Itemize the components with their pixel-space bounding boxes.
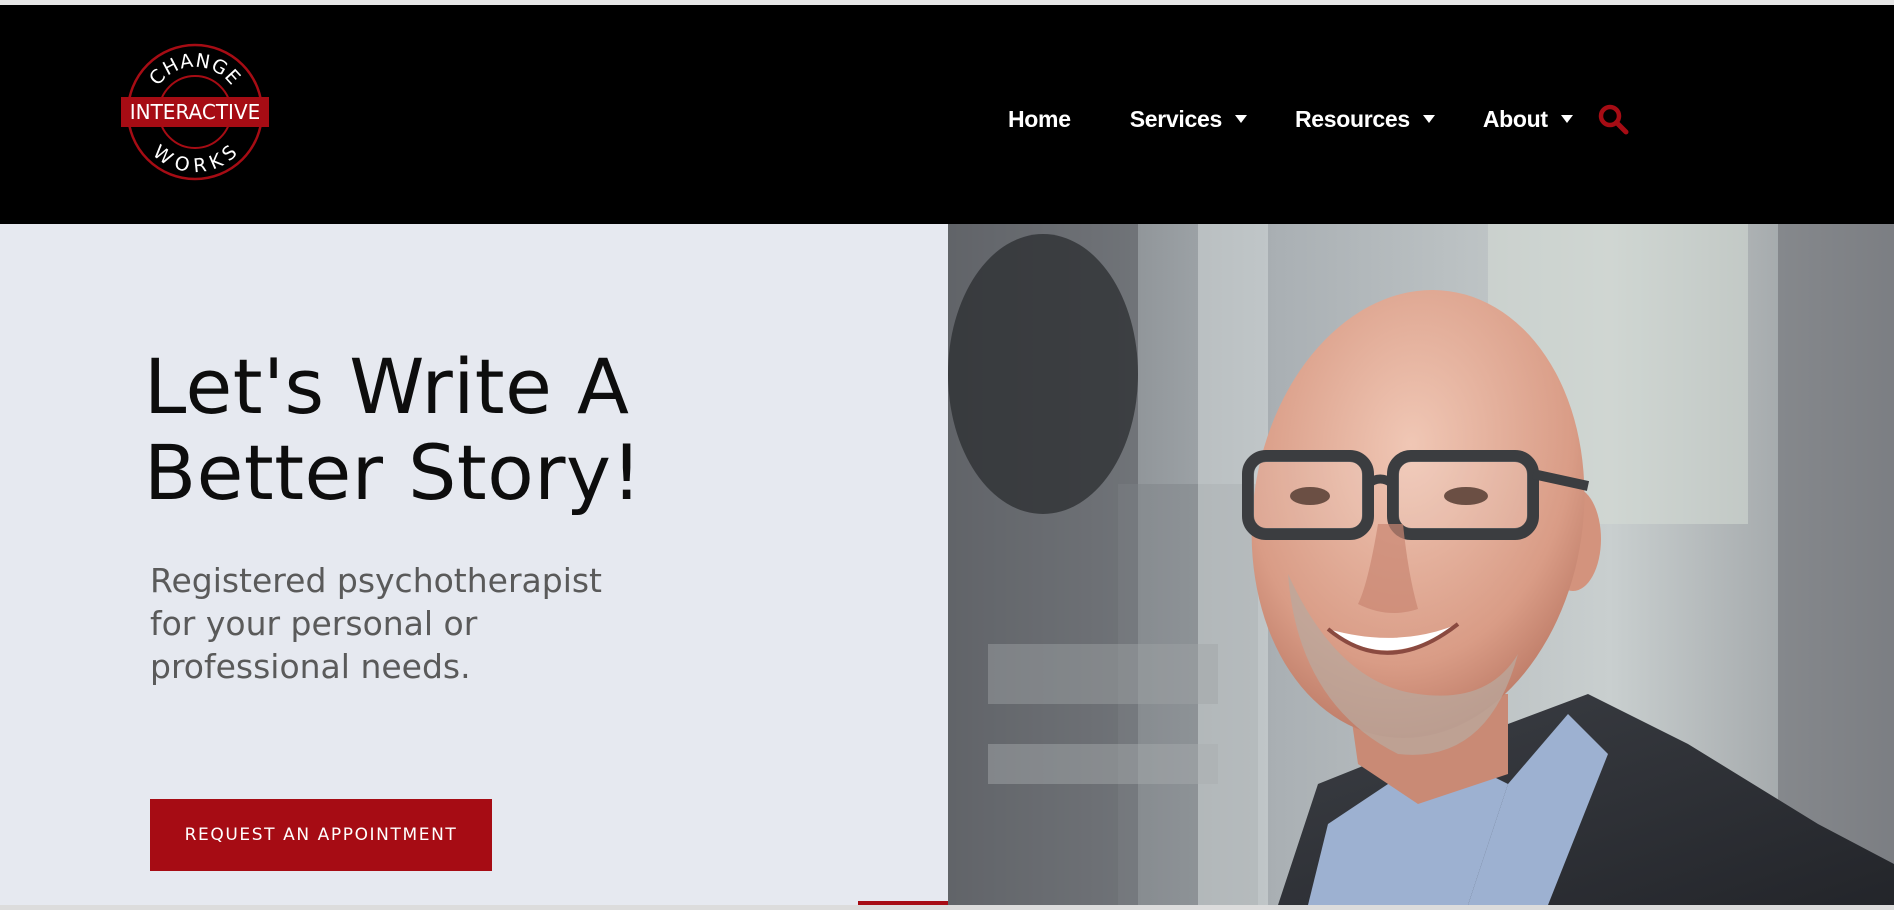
site-logo[interactable]: CHANGE WORKS INTERACTIVE <box>120 42 270 182</box>
nav-item-label: Home <box>1008 105 1071 132</box>
request-appointment-button[interactable]: REQUEST AN APPOINTMENT <box>150 799 492 871</box>
caret-down-icon <box>1560 115 1573 123</box>
search-icon <box>1598 104 1629 135</box>
nav-item-label: Services <box>1129 105 1223 132</box>
nav-item-label: Resources <box>1294 105 1410 132</box>
portrait-photo-image <box>948 224 1894 905</box>
nav-item-about[interactable]: About <box>1483 106 1574 133</box>
caret-down-icon <box>1234 115 1247 123</box>
hero-title: Let's Write A Better Story! <box>144 344 704 516</box>
hero-title-line1: Let's Write A <box>144 342 630 431</box>
main-nav: Home Services Resources About <box>1008 101 1630 137</box>
nav-item-services[interactable]: Services <box>1130 106 1248 133</box>
hero-photo <box>948 224 1894 905</box>
logo-emblem-icon: CHANGE WORKS INTERACTIVE <box>121 43 269 181</box>
logo-middle-text: INTERACTIVE <box>130 100 261 124</box>
hero-title-line2: Better Story! <box>144 428 643 517</box>
nav-item-home[interactable]: Home <box>1008 106 1071 133</box>
caret-down-icon <box>1422 115 1435 123</box>
bottom-border <box>0 905 1894 910</box>
nav-item-resources[interactable]: Resources <box>1295 106 1436 133</box>
search-button[interactable] <box>1596 102 1630 136</box>
nav-item-label: About <box>1482 105 1548 132</box>
hero-subtitle: Registered psychotherapist for your pers… <box>150 561 602 686</box>
hero-section: Let's Write A Better Story! Registered p… <box>0 224 948 905</box>
site-header: CHANGE WORKS INTERACTIVE Home Services R… <box>0 5 1894 224</box>
